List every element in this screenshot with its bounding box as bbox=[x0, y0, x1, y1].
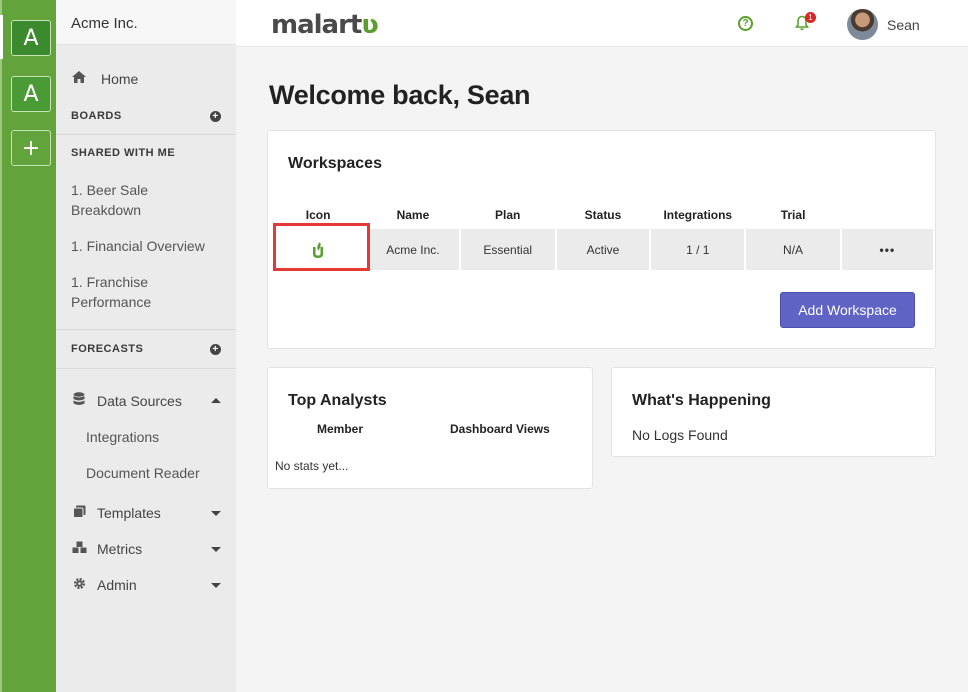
top-analysts-card: Top Analysts Member Dashboard Views No s… bbox=[267, 367, 593, 489]
workspace-integrations-link[interactable]: 1 / 1 bbox=[651, 229, 745, 270]
card-title: What's Happening bbox=[632, 392, 771, 409]
workspace-icon-cell[interactable] bbox=[271, 223, 370, 271]
sidebar-item-label: Data Sources bbox=[97, 392, 182, 409]
column-header: Name bbox=[396, 208, 430, 222]
malartu-logo[interactable]: malartʋ bbox=[271, 10, 379, 40]
sidebar-item-admin[interactable]: Admin bbox=[71, 577, 221, 593]
table-header: Icon Name Plan Status Integrations Trial bbox=[271, 203, 935, 227]
empty-state-text: No stats yet... bbox=[275, 459, 349, 473]
sidebar: Acme Inc. Home BOARDS + SHARED WITH ME 1… bbox=[56, 0, 236, 692]
card-title: Top Analysts bbox=[288, 392, 387, 409]
active-workspace-marker bbox=[0, 15, 3, 59]
logo-accent: ʋ bbox=[361, 10, 378, 40]
card-title: Workspaces bbox=[288, 155, 382, 172]
templates-icon bbox=[71, 505, 87, 521]
add-workspace-button[interactable]: Add Workspace bbox=[780, 292, 915, 328]
section-label: BOARDS bbox=[71, 110, 122, 122]
chevron-down-icon[interactable] bbox=[211, 582, 221, 588]
gear-icon bbox=[71, 577, 87, 593]
logo-text: malart bbox=[271, 10, 362, 40]
shared-board-item[interactable]: 1. Financial Overview bbox=[71, 236, 221, 256]
sidebar-item-home[interactable]: Home bbox=[71, 70, 138, 87]
org-name: Acme Inc. bbox=[56, 0, 236, 45]
add-forecast-icon[interactable]: + bbox=[210, 343, 221, 355]
shared-board-item[interactable]: 1. Franchise Performance bbox=[71, 272, 221, 312]
sidebar-item-data-sources[interactable]: Data Sources bbox=[71, 392, 221, 409]
help-icon[interactable]: ? bbox=[738, 16, 753, 31]
page-title: Welcome back, Sean bbox=[269, 80, 531, 110]
divider bbox=[56, 368, 236, 369]
workspace-rail: A A + bbox=[0, 0, 56, 692]
column-header: Integrations bbox=[663, 208, 733, 222]
column-header: Status bbox=[584, 208, 622, 222]
user-name[interactable]: Sean bbox=[887, 17, 920, 33]
divider bbox=[56, 134, 236, 135]
section-label: SHARED WITH ME bbox=[71, 147, 176, 159]
column-header: Member bbox=[317, 422, 364, 436]
workspace-plan: Essential bbox=[460, 229, 555, 270]
sidebar-item-label: Home bbox=[101, 70, 139, 87]
table-row[interactable]: Acme Inc. Essential Active 1 / 1 N/A ••• bbox=[271, 223, 935, 271]
add-board-icon[interactable]: + bbox=[210, 110, 221, 122]
topbar: malartʋ ? 1 Sean bbox=[236, 0, 968, 47]
add-workspace-rail-button[interactable]: + bbox=[11, 130, 51, 166]
sidebar-subitem-document-reader[interactable]: Document Reader bbox=[86, 465, 200, 481]
database-icon bbox=[71, 392, 87, 409]
workspace-switch-button[interactable]: A bbox=[11, 20, 51, 56]
divider bbox=[56, 329, 236, 330]
workspaces-card: Workspaces Icon Name Plan Status Integra… bbox=[267, 130, 936, 349]
workspaces-table: Icon Name Plan Status Integrations Trial… bbox=[271, 203, 935, 271]
column-header: Dashboard Views bbox=[450, 422, 550, 436]
whats-happening-card: What's Happening No Logs Found bbox=[611, 367, 936, 457]
workspace-trial: N/A bbox=[746, 229, 840, 270]
empty-state-text: No Logs Found bbox=[632, 427, 728, 443]
shared-board-item[interactable]: 1. Beer Sale Breakdown bbox=[71, 180, 221, 220]
sidebar-subitem-integrations[interactable]: Integrations bbox=[86, 429, 159, 445]
sidebar-item-templates[interactable]: Templates bbox=[71, 505, 221, 521]
more-actions-button[interactable]: ••• bbox=[841, 229, 934, 270]
chevron-down-icon[interactable] bbox=[211, 546, 221, 552]
avatar[interactable] bbox=[847, 9, 878, 40]
workspace-status: Active bbox=[556, 229, 650, 270]
column-header: Plan bbox=[495, 208, 521, 222]
column-header: Trial bbox=[780, 208, 806, 222]
home-icon bbox=[71, 70, 89, 87]
highlight-box bbox=[273, 223, 370, 271]
notification-badge: 1 bbox=[805, 12, 816, 23]
forecasts-section: FORECASTS + bbox=[71, 343, 221, 355]
sidebar-item-label: Admin bbox=[97, 577, 137, 593]
sidebar-item-metrics[interactable]: Metrics bbox=[71, 541, 221, 557]
chevron-up-icon[interactable] bbox=[211, 398, 221, 403]
sidebar-item-label: Templates bbox=[97, 505, 161, 521]
cubes-icon bbox=[71, 541, 87, 557]
sidebar-item-label: Metrics bbox=[97, 541, 143, 557]
boards-section: BOARDS + bbox=[71, 110, 221, 122]
workspace-name: Acme Inc. bbox=[367, 229, 459, 270]
shared-section: SHARED WITH ME bbox=[71, 147, 221, 159]
section-label: FORECASTS bbox=[71, 343, 144, 355]
workspace-switch-button[interactable]: A bbox=[11, 76, 51, 112]
column-header bbox=[842, 203, 933, 227]
chevron-down-icon[interactable] bbox=[211, 510, 221, 516]
